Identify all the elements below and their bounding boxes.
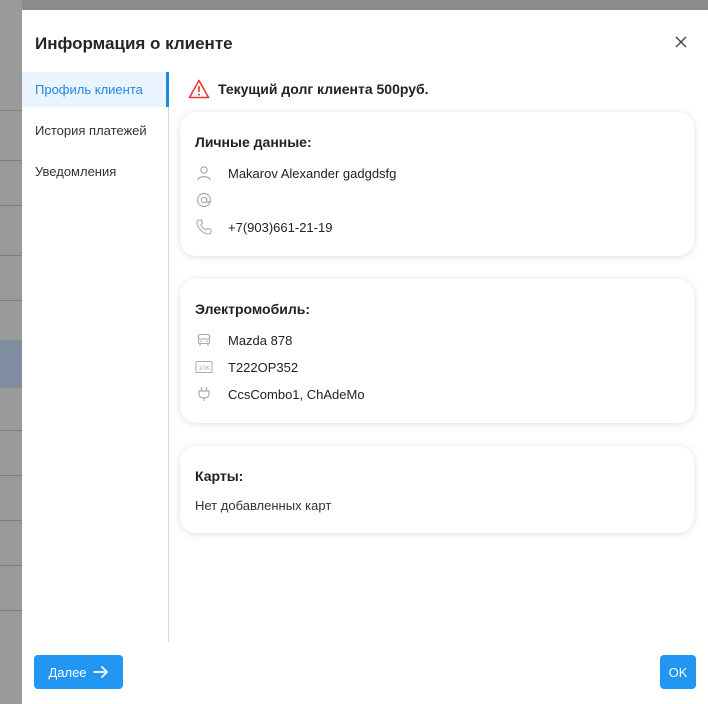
ok-button[interactable]: OK [660,655,696,689]
sidebar: Профиль клиента История платежей Уведомл… [22,72,169,642]
plug-icon [195,385,213,403]
next-button[interactable]: Далее [34,655,123,689]
dialog-title: Информация о клиенте [35,34,233,53]
license-plate-icon: 10K [195,358,213,376]
connectors: CcsCombo1, ChAdeMo [228,386,365,402]
sidebar-item-notifications[interactable]: Уведомления [22,154,168,189]
phone-row: +7(903)661-21-19 [195,216,332,238]
license-plate: T222OP352 [228,359,299,375]
cards-card: Карты: Нет добавленных карт [180,446,694,533]
no-cards-text: Нет добавленных карт [195,498,332,513]
sidebar-item-label: Профиль клиента [35,82,143,97]
phone-icon [195,218,213,236]
debt-text: Текущий долг клиента 500руб. [218,81,429,97]
email-row [195,189,228,211]
client-phone: +7(903)661-21-19 [228,219,333,235]
next-button-label: Далее [48,664,87,680]
debt-notice: Текущий долг клиента 500руб. [188,74,429,104]
sidebar-item-client-profile[interactable]: Профиль клиента [22,72,169,107]
personal-data-title: Личные данные: [195,134,312,150]
user-icon [195,164,213,182]
sidebar-item-label: Уведомления [35,164,117,179]
connectors-row: CcsCombo1, ChAdeMo [195,383,365,405]
sidebar-item-payment-history[interactable]: История платежей [22,113,168,148]
vehicle-model: Mazda 878 [228,332,293,348]
electric-vehicle-card: Электромобиль: Mazda 878 10K T222OP352 C… [180,279,694,423]
car-icon [195,331,213,349]
warning-icon [188,79,210,99]
client-name-row: Makarov Alexander gadgdsfg [195,162,396,184]
close-icon [675,36,687,48]
arrow-right-icon [92,666,108,678]
cards-title: Карты: [195,468,244,484]
at-sign-icon [195,191,213,209]
sidebar-item-label: История платежей [35,123,147,138]
client-name: Makarov Alexander gadgdsfg [228,165,397,181]
license-plate-row: 10K T222OP352 [195,356,298,378]
vehicle-model-row: Mazda 878 [195,329,292,351]
personal-data-card: Личные данные: Makarov Alexander gadgdsf… [180,112,694,256]
background-page [0,0,22,704]
dialog-header: Информация о клиенте [22,10,708,72]
svg-text:10K: 10K [198,365,211,372]
electric-vehicle-title: Электромобиль: [195,301,311,317]
client-info-dialog: Информация о клиенте Профиль клиента Ист… [22,10,708,704]
close-button[interactable] [670,31,692,53]
